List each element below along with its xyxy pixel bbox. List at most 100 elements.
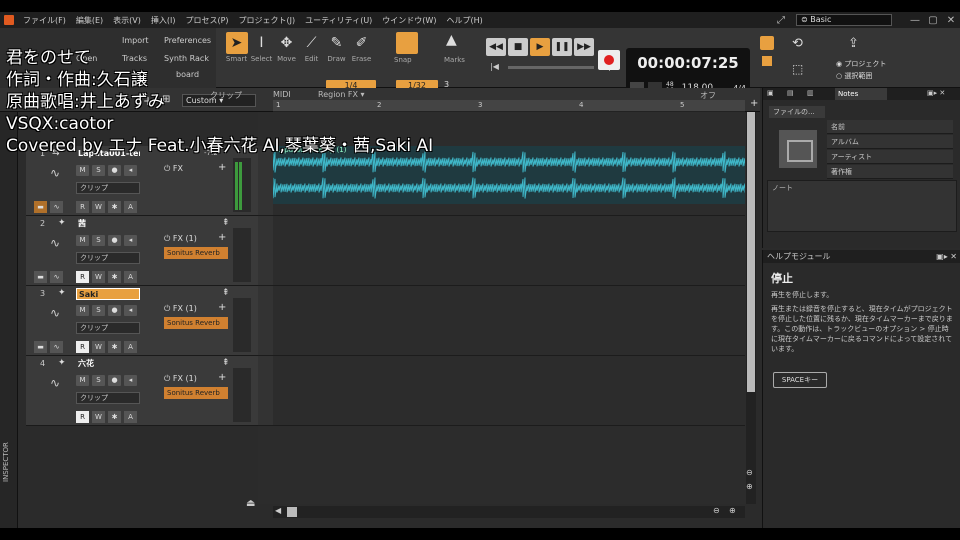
track-clip-dropdown[interactable]: クリップ <box>76 252 140 264</box>
freeze-icon[interactable]: ∿ <box>50 271 63 283</box>
preferences-button[interactable]: Preferences <box>164 36 211 45</box>
go-start-icon[interactable]: |◀ <box>490 62 499 71</box>
snowflake-icon[interactable]: ✱ <box>108 341 121 353</box>
write-automation-button[interactable]: W <box>92 411 105 423</box>
fx-bin[interactable]: ⏻ FX (1) <box>164 304 197 314</box>
track-expand-icon[interactable]: ⇞ <box>222 218 230 228</box>
track-4[interactable]: 4 ✦ 六花 ⇞ ∿ M S ● ◂ クリップ R W ✱ A ⏻ FX (1)… <box>26 356 258 426</box>
fx-bin[interactable]: ⏻ FX <box>164 164 183 174</box>
track-2[interactable]: 2 ✦ 茜 ⇞ ∿ M S ● ◂ クリップ ▬ ∿ R W ✱ A ⏻ FX … <box>26 216 258 286</box>
track-clip-dropdown[interactable]: クリップ <box>76 182 140 194</box>
horizontal-scroll-thumb[interactable] <box>287 507 297 517</box>
stop-button[interactable]: ■ <box>508 38 528 56</box>
notes-field[interactable]: ノート <box>767 180 957 232</box>
menu-process[interactable]: プロセス(P) <box>180 15 233 26</box>
file-button[interactable]: ファイルの... <box>769 106 825 118</box>
mute-button[interactable]: M <box>76 235 89 246</box>
meta-name[interactable]: 名前 <box>827 120 953 134</box>
speaker-icon[interactable]: ◂ <box>124 235 137 246</box>
record-mode-icon[interactable] <box>760 36 774 50</box>
zoom-out-icon[interactable]: ⊖ <box>746 468 753 477</box>
track-name[interactable]: Saki <box>76 288 140 300</box>
help-menu-icon[interactable]: ▣▸ ✕ <box>936 250 957 263</box>
freeze-icon[interactable]: ∿ <box>50 341 63 353</box>
punch-icon[interactable] <box>762 56 772 66</box>
track-clip-dropdown[interactable]: クリップ <box>76 392 140 404</box>
media-tab-icon[interactable]: ▣ <box>767 89 774 97</box>
pause-button[interactable]: ❚❚ <box>552 38 572 56</box>
plugin-slot[interactable]: Sonitus Reverb <box>164 247 228 259</box>
menu-view[interactable]: 表示(V) <box>108 15 146 26</box>
menu-file[interactable]: ファイル(F) <box>18 15 71 26</box>
add-fx-icon[interactable]: + <box>218 302 226 313</box>
track-name[interactable]: 六花 <box>76 358 140 370</box>
plugin-slot[interactable]: Sonitus Reverb <box>164 317 228 329</box>
rewind-button[interactable]: ◀◀ <box>486 38 506 56</box>
menu-window[interactable]: ウインドウ(W) <box>377 15 441 26</box>
marks-icon[interactable]: ▲ <box>446 32 457 48</box>
vertical-scrollbar[interactable]: ⊖ ⊕ <box>746 112 756 504</box>
track-clip-dropdown[interactable]: クリップ <box>76 322 140 334</box>
track-expand-icon[interactable]: ⇞ <box>222 288 230 298</box>
input-echo-button[interactable]: ● <box>108 375 121 386</box>
plugin-slot[interactable]: Sonitus Reverb <box>164 387 228 399</box>
arm-button[interactable]: A <box>124 271 137 283</box>
menu-project[interactable]: プロジェクト(J) <box>234 15 301 26</box>
track-expand-icon[interactable]: ⇞ <box>222 358 230 368</box>
arm-button[interactable]: A <box>124 341 137 353</box>
write-automation-button[interactable]: W <box>92 271 105 283</box>
track-settings-icon[interactable]: ▬ <box>34 201 47 213</box>
add-fx-icon[interactable]: + <box>218 232 226 243</box>
h-zoom-in-icon[interactable]: ⊕ <box>729 506 736 515</box>
track-settings-icon[interactable]: ▬ <box>34 341 47 353</box>
zoom-in-icon[interactable]: ⊕ <box>746 482 753 491</box>
play-button[interactable]: ▶ <box>530 38 550 56</box>
input-echo-button[interactable]: ● <box>108 235 121 246</box>
meta-album[interactable]: アルバム <box>827 135 953 149</box>
record-button[interactable] <box>598 50 620 70</box>
solo-button[interactable]: S <box>92 375 105 386</box>
arm-button[interactable]: A <box>124 201 137 213</box>
write-automation-button[interactable]: W <box>92 341 105 353</box>
menu-utilities[interactable]: ユーティリティ(U) <box>300 15 377 26</box>
fx-bin[interactable]: ⏻ FX (1) <box>164 374 197 384</box>
solo-button[interactable]: S <box>92 165 105 176</box>
read-automation-button[interactable]: R <box>76 341 89 353</box>
expand-icon[interactable]: ⤢ <box>772 15 790 26</box>
h-zoom-out-icon[interactable]: ⊖ <box>713 506 720 515</box>
loop-region-icon[interactable]: ⟲ <box>792 36 803 51</box>
read-automation-button[interactable]: R <box>76 271 89 283</box>
write-automation-button[interactable]: W <box>92 201 105 213</box>
workspace-select[interactable]: ⊜ Basic <box>796 14 892 26</box>
track-3[interactable]: 3 ✦ Saki ⇞ ∿ M S ● ◂ クリップ ▬ ∿ R W ✱ A ⏻ … <box>26 286 258 356</box>
scroll-left-icon[interactable]: ◀ <box>275 506 281 515</box>
menu-insert[interactable]: 挿入(I) <box>146 15 181 26</box>
fx-bin[interactable]: ⏻ FX (1) <box>164 234 197 244</box>
mute-button[interactable]: M <box>76 375 89 386</box>
image-placeholder-icon[interactable] <box>779 130 817 168</box>
meta-copyright[interactable]: 著作権 <box>827 165 953 179</box>
clips-pane[interactable]: Laputa001-temp (1) <box>258 112 746 504</box>
snowflake-icon[interactable]: ✱ <box>108 201 121 213</box>
freeze-icon[interactable]: ∿ <box>50 201 63 213</box>
add-fx-icon[interactable]: + <box>218 372 226 383</box>
import-button[interactable]: Import <box>122 36 149 45</box>
speaker-icon[interactable]: ◂ <box>124 375 137 386</box>
arm-button[interactable]: A <box>124 411 137 423</box>
add-fx-icon[interactable]: + <box>218 162 226 173</box>
add-icon[interactable]: + <box>750 98 758 109</box>
selection-radio[interactable]: ○ 選択範囲 <box>836 71 872 81</box>
track-settings-icon[interactable]: ▬ <box>34 271 47 283</box>
plugins-tab-icon[interactable]: ▤ <box>787 89 794 97</box>
read-automation-button[interactable]: R <box>76 201 89 213</box>
snowflake-icon[interactable]: ✱ <box>108 411 121 423</box>
solo-button[interactable]: S <box>92 305 105 316</box>
minimize-icon[interactable]: — <box>906 15 924 26</box>
maximize-icon[interactable]: ▢ <box>924 15 942 26</box>
menu-edit[interactable]: 編集(E) <box>71 15 108 26</box>
track-name[interactable]: 茜 <box>76 218 140 230</box>
speaker-icon[interactable]: ◂ <box>124 165 137 176</box>
input-echo-button[interactable]: ● <box>108 165 121 176</box>
presets-tab-icon[interactable]: ▥ <box>807 89 814 97</box>
project-radio[interactable]: ◉ プロジェクト <box>836 59 886 69</box>
